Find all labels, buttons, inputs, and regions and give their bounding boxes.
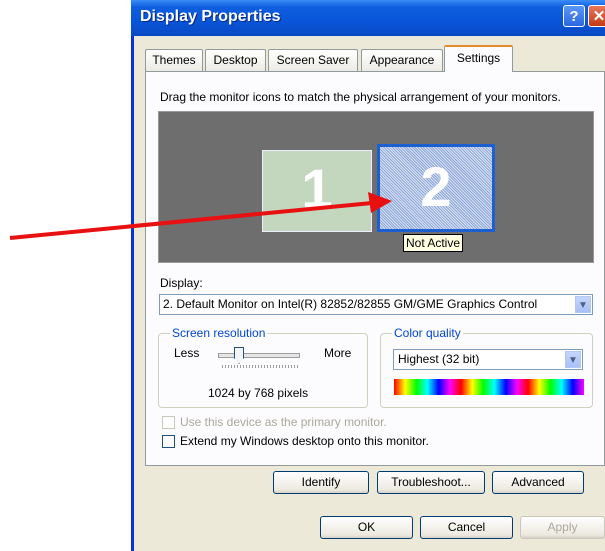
annotation-arrow [9, 192, 392, 240]
